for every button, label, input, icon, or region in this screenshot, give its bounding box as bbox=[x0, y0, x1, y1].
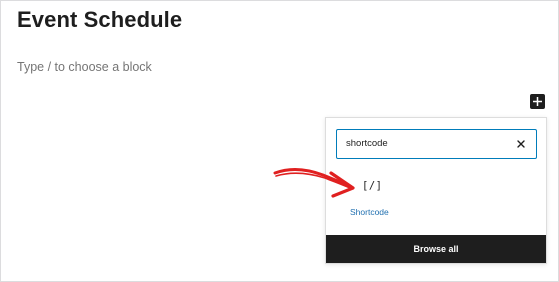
block-inserter-popover: [/] Shortcode Browse all bbox=[325, 117, 547, 264]
block-appender-placeholder[interactable]: Type / to choose a block bbox=[17, 60, 152, 74]
close-icon bbox=[516, 135, 525, 153]
browse-all-button[interactable]: Browse all bbox=[326, 235, 546, 263]
post-title[interactable]: Event Schedule bbox=[17, 7, 182, 33]
block-inserter-toggle-button[interactable] bbox=[530, 94, 545, 109]
plus-icon bbox=[533, 97, 542, 106]
clear-search-button[interactable] bbox=[513, 136, 528, 151]
block-result-label: Shortcode bbox=[350, 207, 389, 217]
shortcode-icon: [/] bbox=[362, 180, 383, 192]
red-arrow-annotation bbox=[273, 167, 355, 198]
block-search-input[interactable] bbox=[346, 130, 496, 157]
block-search-box bbox=[336, 129, 537, 159]
editor-canvas: Event Schedule Type / to choose a block … bbox=[0, 0, 559, 282]
